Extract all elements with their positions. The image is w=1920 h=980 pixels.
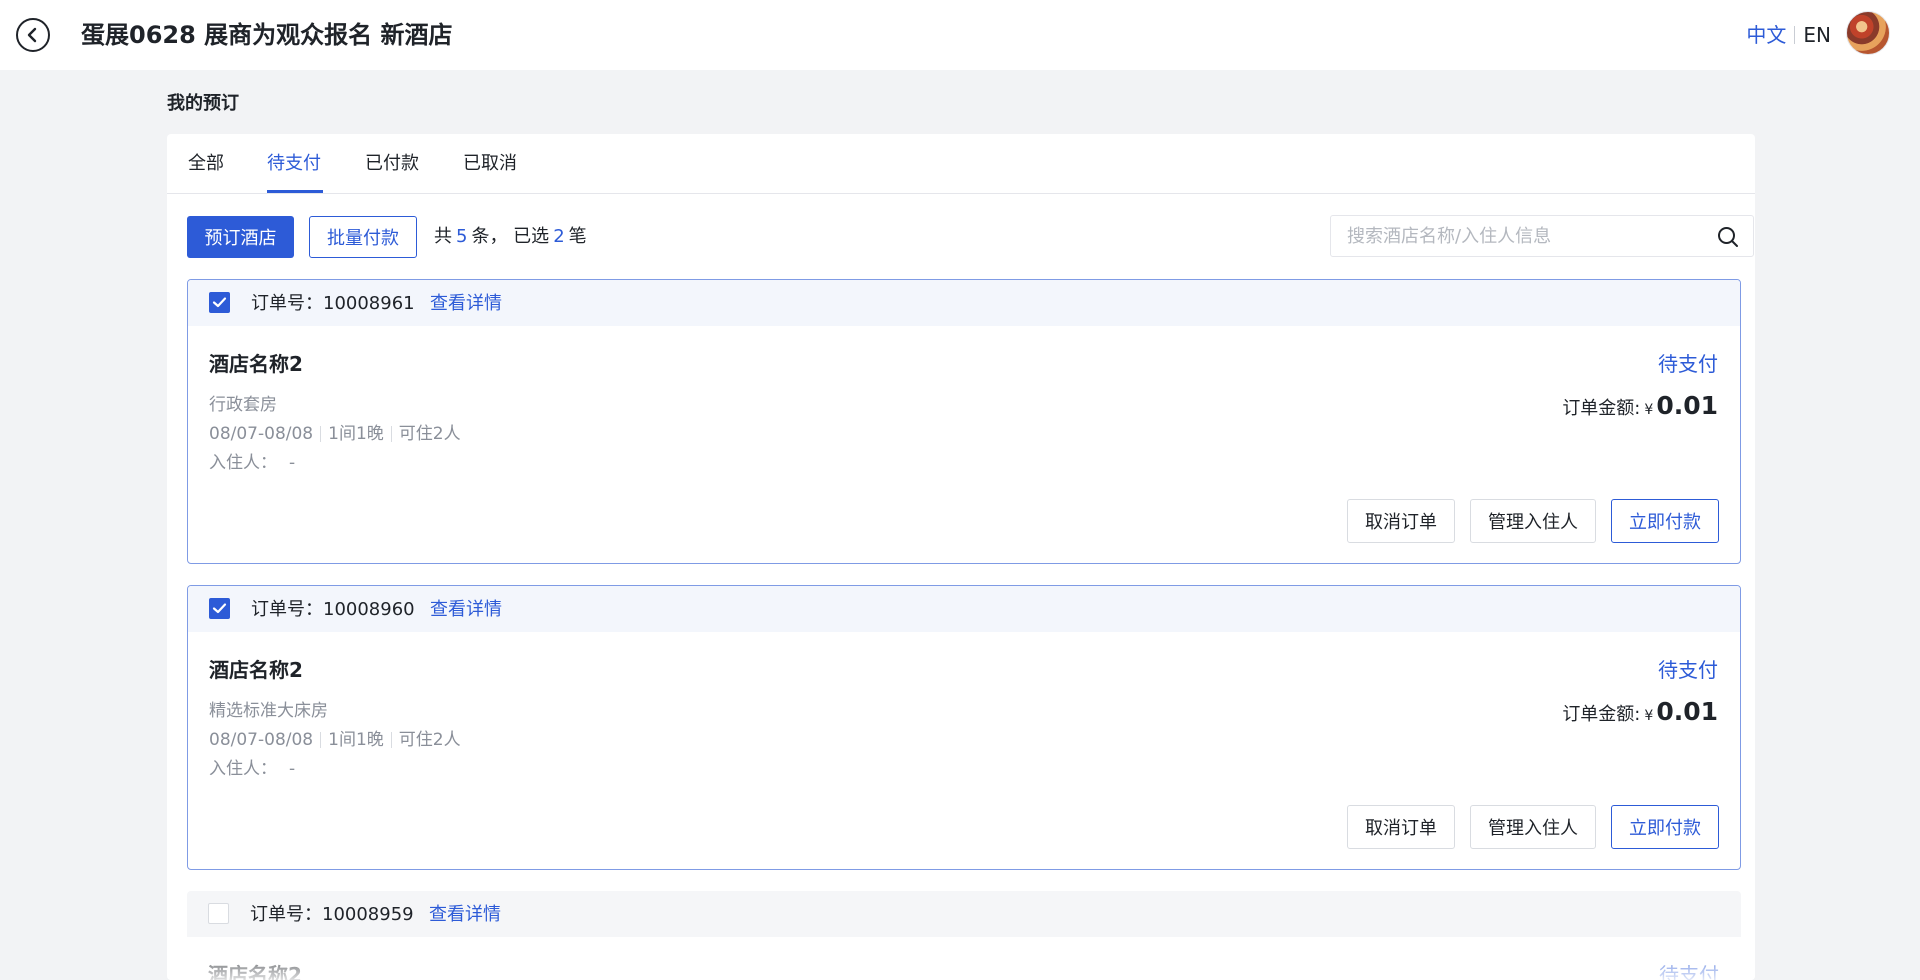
status-label: 待支付 (1658, 658, 1718, 682)
search-input[interactable] (1347, 225, 1687, 247)
rooms-nights: 1间1晚 (328, 424, 384, 444)
order-actions: 取消订单 管理入住人 立即付款 (1332, 499, 1719, 543)
divider (390, 732, 392, 748)
order-card: 订单号：10008961 查看详情 酒店名称2 行政套房 08/07-08/08… (187, 279, 1741, 564)
lang-divider (1794, 26, 1796, 44)
order-header: 订单号：10008959 查看详情 (187, 891, 1741, 937)
search-icon[interactable] (1717, 226, 1739, 248)
order-amount: 订单金额: ¥0.01 (1562, 391, 1718, 420)
order-card: 订单号：10008959 查看详情 酒店名称2 待支付 (187, 891, 1741, 980)
top-bar: 蛋展0628 展商为观众报名 新酒店 中文 EN (0, 0, 1920, 70)
hotel-name: 酒店名称2 (208, 963, 302, 980)
status-tabs: 全部 待支付 已付款 已取消 (167, 134, 1755, 194)
lang-en-link[interactable]: EN (1803, 21, 1831, 49)
view-details-link[interactable]: 查看详情 (430, 597, 502, 623)
stay-dates: 08/07-08/08 (209, 424, 314, 444)
stay-info: 08/07-08/08 1间1晚 可住2人 (209, 422, 461, 446)
view-details-link[interactable]: 查看详情 (430, 291, 502, 317)
avatar[interactable] (1846, 11, 1890, 55)
summary-suffix: 笔 (568, 226, 587, 247)
check-icon (212, 603, 227, 614)
order-card: 订单号：10008960 查看详情 酒店名称2 精选标准大床房 08/07-08… (187, 585, 1741, 870)
order-header: 订单号：10008961 查看详情 (188, 280, 1740, 326)
summary-prefix: 共 (434, 226, 452, 247)
book-hotel-button[interactable]: 预订酒店 (187, 216, 294, 258)
order-checkbox[interactable] (209, 292, 230, 313)
cancel-order-button[interactable]: 取消订单 (1347, 499, 1455, 543)
rooms-nights: 1间1晚 (328, 730, 384, 750)
total-count: 5 (456, 226, 468, 247)
hotel-name: 酒店名称2 (209, 352, 303, 376)
order-number: 订单号：10008960 (251, 599, 415, 620)
bookings-panel: 全部 待支付 已付款 已取消 预订酒店 批量付款 共5条， 已选2笔 订单号：1… (167, 134, 1755, 980)
tab-paid[interactable]: 已付款 (365, 151, 419, 177)
check-icon (212, 297, 227, 308)
order-number: 订单号：10008959 (250, 904, 414, 925)
selection-summary: 共 5 条， 已选 2 笔 (434, 224, 587, 250)
manage-guests-button[interactable]: 管理入住人 (1470, 499, 1596, 543)
divider (320, 426, 322, 442)
stay-info: 08/07-08/08 1间1晚 可住2人 (209, 728, 461, 752)
active-tab-indicator (267, 190, 323, 193)
order-header: 订单号：10008960 查看详情 (188, 586, 1740, 632)
status-label: 待支付 (1658, 352, 1718, 376)
capacity: 可住2人 (398, 424, 461, 444)
order-number: 订单号：10008961 (251, 293, 415, 314)
status-label: 待支付 (1659, 963, 1719, 980)
hotel-name: 酒店名称2 (209, 658, 303, 682)
order-checkbox[interactable] (209, 598, 230, 619)
section-title: 我的预订 (167, 93, 239, 114)
cancel-order-button[interactable]: 取消订单 (1347, 805, 1455, 849)
search-box (1330, 215, 1754, 257)
tab-cancelled[interactable]: 已取消 (463, 151, 517, 177)
order-checkbox[interactable] (208, 903, 229, 924)
order-actions: 取消订单 管理入住人 立即付款 (1332, 805, 1719, 849)
tab-pending-payment[interactable]: 待支付 (267, 151, 321, 177)
back-button[interactable] (16, 18, 50, 52)
divider (320, 732, 322, 748)
page-title: 蛋展0628 展商为观众报名 新酒店 (81, 21, 453, 49)
guest-info: 入住人： - (209, 759, 296, 779)
capacity: 可住2人 (398, 730, 461, 750)
manage-guests-button[interactable]: 管理入住人 (1470, 805, 1596, 849)
view-details-link[interactable]: 查看详情 (429, 902, 501, 928)
toolbar: 预订酒店 批量付款 共 5 条， 已选 2 笔 (187, 215, 1754, 258)
room-type: 行政套房 (209, 395, 277, 415)
selected-count: 2 (553, 226, 565, 247)
lang-zh-link[interactable]: 中文 (1746, 21, 1786, 49)
stay-dates: 08/07-08/08 (209, 730, 314, 750)
order-amount: 订单金额: ¥0.01 (1562, 697, 1718, 726)
pay-now-button[interactable]: 立即付款 (1611, 499, 1719, 543)
divider (390, 426, 392, 442)
pay-now-button[interactable]: 立即付款 (1611, 805, 1719, 849)
language-switch: 中文 EN (1746, 21, 1831, 49)
chevron-left-icon (27, 27, 37, 43)
batch-pay-button[interactable]: 批量付款 (309, 216, 417, 258)
summary-mid: 条， 已选 (471, 226, 550, 247)
room-type: 精选标准大床房 (209, 701, 328, 721)
tab-all[interactable]: 全部 (188, 151, 224, 177)
guest-info: 入住人： - (209, 453, 296, 473)
